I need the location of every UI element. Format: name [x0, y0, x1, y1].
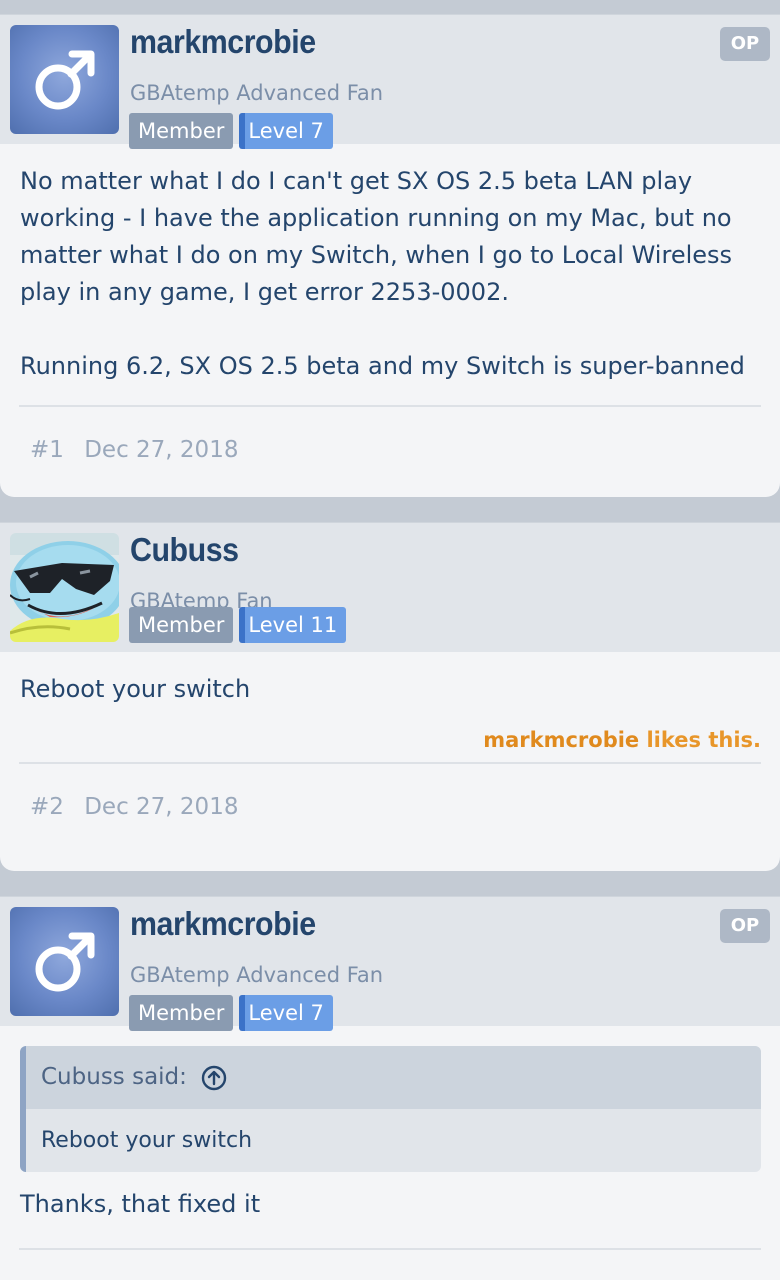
male-symbol-icon: [35, 50, 95, 110]
post-header: markmcrobie GBAtemp Advanced Fan Member …: [0, 896, 780, 1031]
post-number-link[interactable]: #1: [30, 437, 64, 463]
member-badge: Member: [129, 607, 234, 643]
post-date[interactable]: Dec 27, 2018: [84, 794, 238, 820]
member-badge: Member: [129, 113, 234, 149]
likes-suffix: likes this.: [639, 728, 761, 752]
avatar[interactable]: [10, 907, 119, 1016]
post-date[interactable]: Dec 27, 2018: [84, 437, 238, 463]
likes-user-link[interactable]: markmcrobie: [483, 728, 639, 752]
message-body: Reboot your switch: [0, 652, 780, 708]
level-badge: Level 11: [239, 607, 347, 643]
post-number-link[interactable]: #2: [30, 794, 64, 820]
post-2: Cubuss GBAtemp Fan Member Level 11 Reboo…: [0, 522, 780, 871]
message-body: Thanks, that fixed it: [0, 1172, 780, 1248]
user-badges: Member Level 7: [129, 113, 333, 149]
post-3: markmcrobie GBAtemp Advanced Fan Member …: [0, 896, 780, 1280]
level-badge: Level 7: [239, 995, 333, 1031]
quote-attribution: Cubuss said:: [41, 1064, 187, 1090]
message-paragraph: Thanks, that fixed it: [20, 1190, 261, 1218]
post-footer: #1 Dec 27, 2018: [0, 407, 780, 497]
arrow-up-circle-icon[interactable]: [201, 1065, 227, 1091]
divider: [19, 1248, 761, 1250]
username[interactable]: Cubuss: [130, 531, 239, 569]
avatar[interactable]: [10, 25, 119, 134]
post-1: markmcrobie GBAtemp Advanced Fan Member …: [0, 14, 780, 497]
quote-header: Cubuss said:: [26, 1046, 761, 1109]
member-badge: Member: [129, 995, 234, 1031]
op-badge: OP: [720, 909, 770, 943]
message-body: No matter what I do I can't get SX OS 2.…: [0, 144, 780, 405]
message-paragraph: Reboot your switch: [20, 675, 251, 703]
message-paragraph: Running 6.2, SX OS 2.5 beta and my Switc…: [20, 352, 745, 380]
male-symbol-icon: [35, 932, 95, 992]
op-badge: OP: [720, 27, 770, 61]
level-badge: Level 7: [239, 113, 333, 149]
quote-text: Reboot your switch: [41, 1128, 253, 1153]
user-title: GBAtemp Advanced Fan: [130, 81, 384, 105]
username[interactable]: markmcrobie: [130, 905, 316, 943]
likes-summary: markmcrobie likes this.: [0, 708, 780, 762]
post-header: Cubuss GBAtemp Fan Member Level 11: [0, 522, 780, 652]
post-header: markmcrobie GBAtemp Advanced Fan Member …: [0, 14, 780, 149]
avatar[interactable]: [10, 533, 119, 642]
username[interactable]: markmcrobie: [130, 23, 316, 61]
quote-block: Cubuss said: Reboot your switch: [20, 1046, 761, 1172]
squirtle-sunglasses-avatar: [10, 533, 119, 642]
user-title: GBAtemp Advanced Fan: [130, 963, 384, 987]
message-paragraph: No matter what I do I can't get SX OS 2.…: [20, 167, 733, 306]
user-badges: Member Level 11: [129, 607, 347, 643]
user-badges: Member Level 7: [129, 995, 333, 1031]
post-footer: #2 Dec 27, 2018: [0, 764, 780, 854]
